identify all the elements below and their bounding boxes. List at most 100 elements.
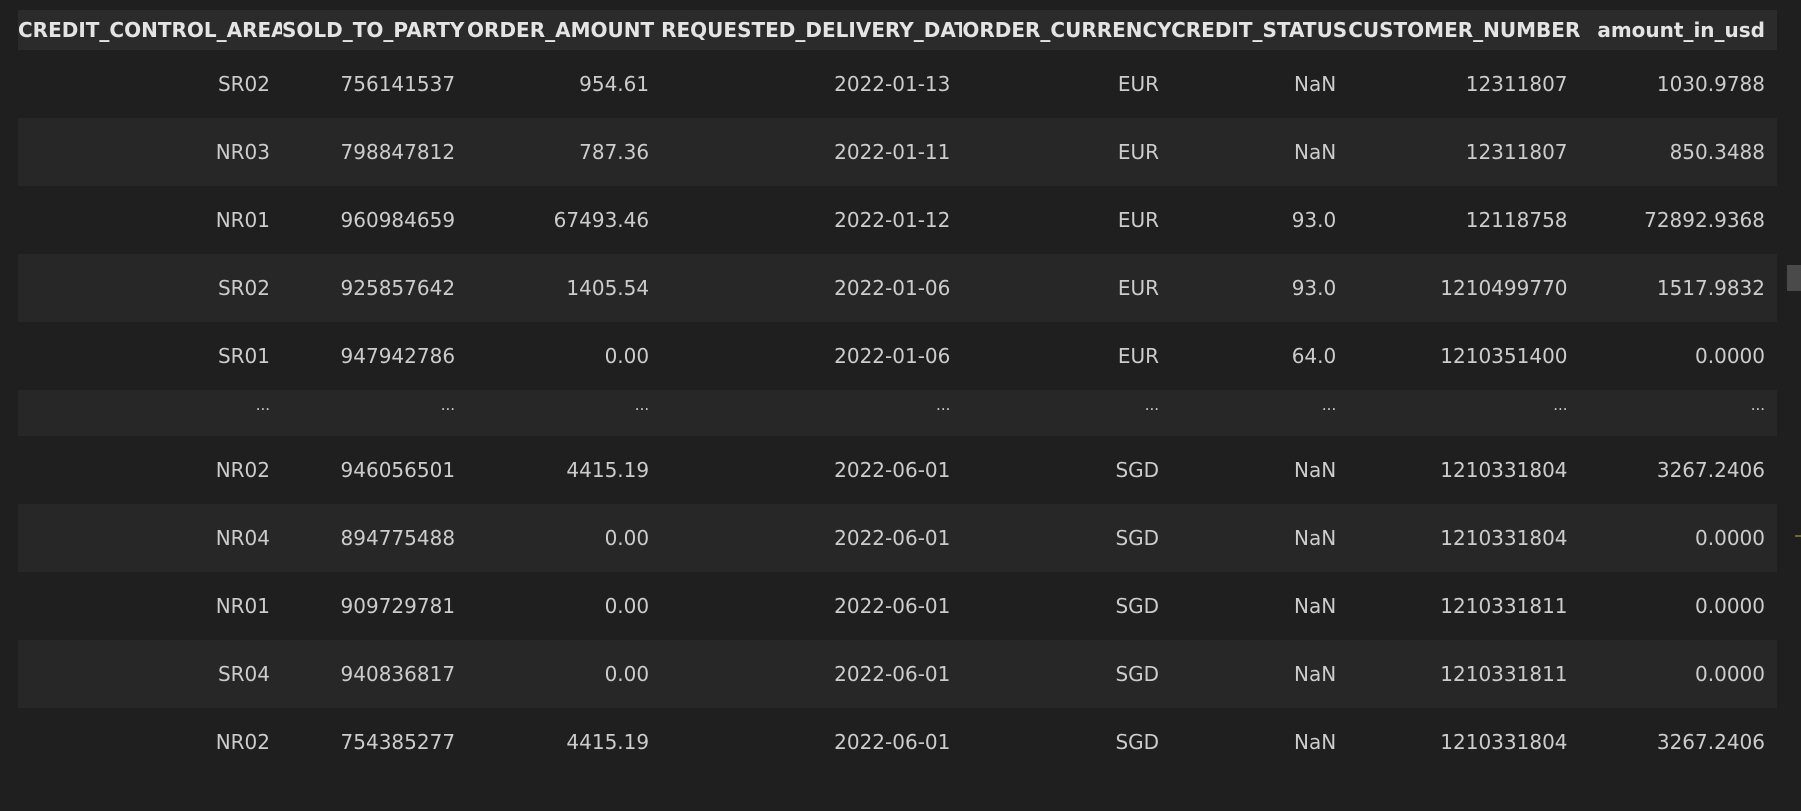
cell-sold-to-party: 946056501 (282, 436, 468, 504)
cell-order-currency: EUR (962, 118, 1172, 186)
cell-requested-delivery-date: 2022-01-06 (661, 254, 963, 322)
cell-order-currency: ... (962, 390, 1172, 436)
table-row: SR01 947942786 0.00 2022-01-06 EUR 64.0 121035… (18, 322, 1777, 390)
cell-amount-in-usd: 72892.9368 (1579, 186, 1777, 254)
cell-customer-number: ... (1348, 390, 1580, 436)
vertical-scrollbar-thumb[interactable] (1787, 265, 1801, 291)
overview-ruler-mark (1795, 535, 1801, 537)
cell-credit-status: NaN (1171, 640, 1349, 708)
table-header: CREDIT_CONTROL_AREA SOLD_TO_PARTY ORDER_… (18, 10, 1777, 50)
cell-customer-number: 1210331804 (1348, 708, 1580, 776)
column-header-requested-delivery-date: REQUESTED_DELIVERY_DATE (661, 10, 963, 50)
table-row: SR02 925857642 1405.54 2022-01-06 EUR 93.0 121… (18, 254, 1777, 322)
table-row: NR01 909729781 0.00 2022-06-01 SGD NaN 1210331… (18, 572, 1777, 640)
cell-customer-number: 12118758 (1348, 186, 1580, 254)
table-row: NR02 946056501 4415.19 2022-06-01 SGD NaN 1210… (18, 436, 1777, 504)
cell-credit-control-area: SR04 (18, 640, 283, 708)
cell-amount-in-usd: 0.0000 (1579, 572, 1777, 640)
cell-requested-delivery-date: 2022-01-13 (661, 50, 963, 118)
cell-credit-control-area: NR04 (18, 504, 283, 572)
cell-amount-in-usd: 1517.9832 (1579, 254, 1777, 322)
cell-credit-status: NaN (1171, 118, 1349, 186)
column-header-order-amount: ORDER_AMOUNT (467, 10, 662, 50)
cell-credit-control-area: NR01 (18, 572, 283, 640)
cell-requested-delivery-date: ... (661, 390, 963, 436)
cell-credit-control-area: SR02 (18, 50, 283, 118)
cell-amount-in-usd: 0.0000 (1579, 640, 1777, 708)
cell-sold-to-party: ... (282, 390, 468, 436)
notebook-output-frame: CREDIT_CONTROL_AREA SOLD_TO_PARTY ORDER_… (0, 0, 1801, 811)
cell-requested-delivery-date: 2022-01-06 (661, 322, 963, 390)
cell-credit-control-area: SR02 (18, 254, 283, 322)
cell-customer-number: 1210499770 (1348, 254, 1580, 322)
table-row: NR02 754385277 4415.19 2022-06-01 SGD NaN 1210… (18, 708, 1777, 776)
cell-order-amount: 0.00 (467, 504, 662, 572)
cell-order-currency: EUR (962, 50, 1172, 118)
cell-requested-delivery-date: 2022-01-12 (661, 186, 963, 254)
ellipsis-row: ........................ (18, 390, 1777, 436)
cell-order-amount: 954.61 (467, 50, 662, 118)
cell-order-amount: ... (467, 390, 662, 436)
cell-customer-number: 1210331811 (1348, 640, 1580, 708)
cell-credit-status: NaN (1171, 504, 1349, 572)
table-row: SR02 756141537 954.61 2022-01-13 EUR NaN 12311… (18, 50, 1777, 118)
cell-amount-in-usd: 3267.2406 (1579, 708, 1777, 776)
cell-order-amount: 0.00 (467, 640, 662, 708)
cell-order-amount: 787.36 (467, 118, 662, 186)
column-header-sold-to-party: SOLD_TO_PARTY (282, 10, 468, 50)
column-header-amount-in-usd: amount_in_usd (1579, 10, 1777, 50)
cell-credit-status: 64.0 (1171, 322, 1349, 390)
cell-credit-status: 93.0 (1171, 186, 1349, 254)
cell-credit-status: NaN (1171, 572, 1349, 640)
cell-sold-to-party: 894775488 (282, 504, 468, 572)
cell-order-amount: 1405.54 (467, 254, 662, 322)
table-body: SR02 756141537 954.61 2022-01-13 EUR NaN 12311… (18, 50, 1777, 776)
cell-credit-status: ... (1171, 390, 1349, 436)
cell-requested-delivery-date: 2022-06-01 (661, 640, 963, 708)
cell-credit-control-area: SR01 (18, 322, 283, 390)
cell-credit-control-area: ... (18, 390, 283, 436)
cell-credit-control-area: NR03 (18, 118, 283, 186)
column-header-customer-number: CUSTOMER_NUMBER (1348, 10, 1580, 50)
cell-credit-control-area: NR02 (18, 708, 283, 776)
cell-order-currency: EUR (962, 322, 1172, 390)
cell-order-currency: EUR (962, 254, 1172, 322)
cell-customer-number: 1210331811 (1348, 572, 1580, 640)
cell-order-currency: SGD (962, 708, 1172, 776)
cell-order-currency: SGD (962, 504, 1172, 572)
cell-requested-delivery-date: 2022-06-01 (661, 504, 963, 572)
cell-order-currency: SGD (962, 640, 1172, 708)
cell-order-amount: 0.00 (467, 322, 662, 390)
table-row: NR01 960984659 67493.46 2022-01-12 EUR 93.0 12… (18, 186, 1777, 254)
cell-sold-to-party: 909729781 (282, 572, 468, 640)
cell-requested-delivery-date: 2022-01-11 (661, 118, 963, 186)
cell-order-amount: 0.00 (467, 572, 662, 640)
cell-sold-to-party: 756141537 (282, 50, 468, 118)
table-row: NR03 798847812 787.36 2022-01-11 EUR NaN 12311… (18, 118, 1777, 186)
table-row: NR04 894775488 0.00 2022-06-01 SGD NaN 1210331… (18, 504, 1777, 572)
cell-customer-number: 12311807 (1348, 50, 1580, 118)
cell-sold-to-party: 947942786 (282, 322, 468, 390)
cell-amount-in-usd: 0.0000 (1579, 322, 1777, 390)
cell-sold-to-party: 798847812 (282, 118, 468, 186)
cell-customer-number: 1210351400 (1348, 322, 1580, 390)
cell-credit-control-area: NR02 (18, 436, 283, 504)
cell-sold-to-party: 754385277 (282, 708, 468, 776)
cell-credit-status: NaN (1171, 708, 1349, 776)
header-row: CREDIT_CONTROL_AREA SOLD_TO_PARTY ORDER_… (18, 10, 1777, 50)
cell-amount-in-usd: 0.0000 (1579, 504, 1777, 572)
cell-order-currency: SGD (962, 572, 1172, 640)
cell-order-currency: SGD (962, 436, 1172, 504)
cell-order-amount: 4415.19 (467, 708, 662, 776)
cell-amount-in-usd: 3267.2406 (1579, 436, 1777, 504)
cell-amount-in-usd: 850.3488 (1579, 118, 1777, 186)
cell-amount-in-usd: 1030.9788 (1579, 50, 1777, 118)
cell-customer-number: 1210331804 (1348, 436, 1580, 504)
cell-customer-number: 1210331804 (1348, 504, 1580, 572)
cell-credit-status: NaN (1171, 436, 1349, 504)
column-header-credit-control-area: CREDIT_CONTROL_AREA (18, 10, 283, 50)
cell-sold-to-party: 940836817 (282, 640, 468, 708)
cell-credit-status: 93.0 (1171, 254, 1349, 322)
table-row: SR04 940836817 0.00 2022-06-01 SGD NaN 1210331… (18, 640, 1777, 708)
cell-requested-delivery-date: 2022-06-01 (661, 572, 963, 640)
